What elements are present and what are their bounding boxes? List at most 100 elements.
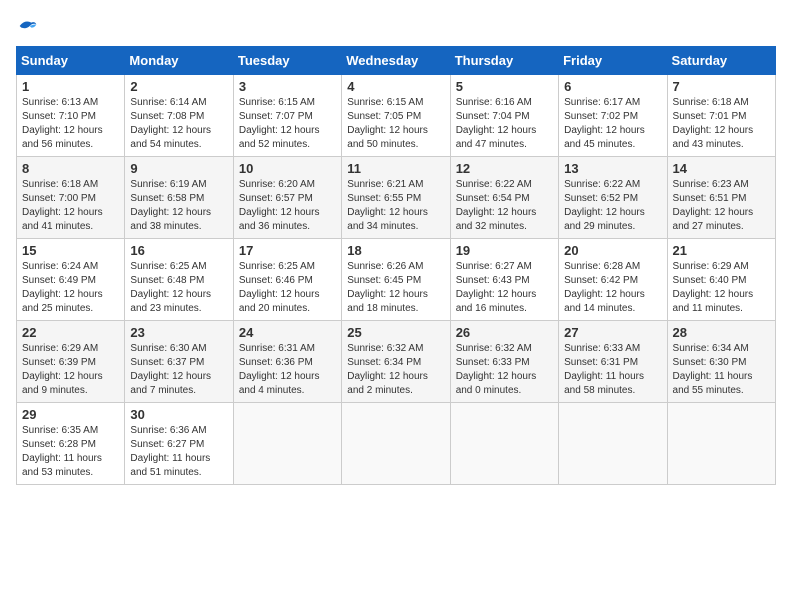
day-number: 28: [673, 325, 770, 340]
calendar-cell: 14Sunrise: 6:23 AM Sunset: 6:51 PM Dayli…: [667, 157, 775, 239]
header: [16, 16, 776, 36]
day-info: Sunrise: 6:20 AM Sunset: 6:57 PM Dayligh…: [239, 178, 336, 234]
calendar-cell: 16 Sunrise: 6:25 AM Sunset: 6:48 PM Dayli…: [125, 239, 233, 321]
day-info: Sunrise: 6:32 AM Sunset: 6:34 PM Dayligh…: [347, 342, 444, 398]
day-info: Sunrise: 6:14 AM Sunset: 7:08 PM Dayligh…: [130, 96, 227, 152]
day-number: 20: [564, 243, 661, 258]
day-number: 2: [130, 79, 227, 94]
day-number: 6: [564, 79, 661, 94]
calendar-cell: [450, 403, 558, 485]
col-header-friday: Friday: [559, 47, 667, 75]
day-number: 16: [130, 243, 227, 258]
day-info: Sunrise: 6:27 AM Sunset: 6:43 PM Dayligh…: [456, 260, 553, 316]
day-info: Sunrise: 6:24 AM Sunset: 6:49 PM Dayligh…: [22, 260, 119, 316]
calendar-cell: 24 Sunrise: 6:31 AM Sunset: 6:36 PM Dayli…: [233, 321, 341, 403]
calendar-cell: 22 Sunrise: 6:29 AM Sunset: 6:39 PM Dayli…: [17, 321, 125, 403]
calendar-cell: [233, 403, 341, 485]
calendar-cell: 2 Sunrise: 6:14 AM Sunset: 7:08 PM Daylig…: [125, 75, 233, 157]
day-number: 17: [239, 243, 336, 258]
calendar-cell: 10 Sunrise: 6:20 AM Sunset: 6:57 PM Dayli…: [233, 157, 341, 239]
day-number: 3: [239, 79, 336, 94]
calendar-cell: [667, 403, 775, 485]
day-info: Sunrise: 6:22 AM Sunset: 6:54 PM Dayligh…: [456, 178, 553, 234]
day-info: Sunrise: 6:30 AM Sunset: 6:37 PM Dayligh…: [130, 342, 227, 398]
calendar-week-row: 15 Sunrise: 6:24 AM Sunset: 6:49 PM Dayli…: [17, 239, 776, 321]
logo: [16, 16, 38, 36]
day-info: Sunrise: 6:26 AM Sunset: 6:45 PM Dayligh…: [347, 260, 444, 316]
calendar-week-row: 8 Sunrise: 6:18 AM Sunset: 7:00 PM Daylig…: [17, 157, 776, 239]
day-number: 9: [130, 161, 227, 176]
day-info: Sunrise: 6:29 AM Sunset: 6:39 PM Dayligh…: [22, 342, 119, 398]
calendar-cell: 8 Sunrise: 6:18 AM Sunset: 7:00 PM Daylig…: [17, 157, 125, 239]
calendar-cell: 21 Sunrise: 6:29 AM Sunset: 6:40 PM Dayli…: [667, 239, 775, 321]
day-number: 29: [22, 407, 119, 422]
day-info: Sunrise: 6:18 AM Sunset: 7:00 PM Dayligh…: [22, 178, 119, 234]
day-info: Sunrise: 6:21 AM Sunset: 6:55 PM Dayligh…: [347, 178, 444, 234]
day-info: Sunrise: 6:22 AM Sunset: 6:52 PM Dayligh…: [564, 178, 661, 234]
col-header-tuesday: Tuesday: [233, 47, 341, 75]
day-number: 7: [673, 79, 770, 94]
day-info: Sunrise: 6:32 AM Sunset: 6:33 PM Dayligh…: [456, 342, 553, 398]
calendar-cell: 19 Sunrise: 6:27 AM Sunset: 6:43 PM Dayli…: [450, 239, 558, 321]
col-header-wednesday: Wednesday: [342, 47, 450, 75]
day-info: Sunrise: 6:25 AM Sunset: 6:48 PM Dayligh…: [130, 260, 227, 316]
day-info: Sunrise: 6:18 AM Sunset: 7:01 PM Dayligh…: [673, 96, 770, 152]
calendar-cell: 15 Sunrise: 6:24 AM Sunset: 6:49 PM Dayli…: [17, 239, 125, 321]
calendar-cell: 1 Sunrise: 6:13 AM Sunset: 7:10 PM Daylig…: [17, 75, 125, 157]
day-number: 10: [239, 161, 336, 176]
calendar-cell: 3Sunrise: 6:15 AM Sunset: 7:07 PM Daylig…: [233, 75, 341, 157]
day-number: 22: [22, 325, 119, 340]
col-header-monday: Monday: [125, 47, 233, 75]
calendar-cell: 28 Sunrise: 6:34 AM Sunset: 6:30 PM Dayli…: [667, 321, 775, 403]
calendar-cell: 30Sunrise: 6:36 AM Sunset: 6:27 PM Dayli…: [125, 403, 233, 485]
calendar-cell: 20Sunrise: 6:28 AM Sunset: 6:42 PM Dayli…: [559, 239, 667, 321]
day-number: 4: [347, 79, 444, 94]
day-info: Sunrise: 6:13 AM Sunset: 7:10 PM Dayligh…: [22, 96, 119, 152]
calendar-week-row: 1 Sunrise: 6:13 AM Sunset: 7:10 PM Daylig…: [17, 75, 776, 157]
calendar-cell: 11 Sunrise: 6:21 AM Sunset: 6:55 PM Dayli…: [342, 157, 450, 239]
day-number: 15: [22, 243, 119, 258]
calendar-cell: 26Sunrise: 6:32 AM Sunset: 6:33 PM Dayli…: [450, 321, 558, 403]
calendar-cell: 23Sunrise: 6:30 AM Sunset: 6:37 PM Dayli…: [125, 321, 233, 403]
day-number: 1: [22, 79, 119, 94]
logo-bird-icon: [18, 16, 38, 36]
calendar-cell: 6 Sunrise: 6:17 AM Sunset: 7:02 PM Daylig…: [559, 75, 667, 157]
day-number: 18: [347, 243, 444, 258]
day-number: 24: [239, 325, 336, 340]
calendar-cell: 18 Sunrise: 6:26 AM Sunset: 6:45 PM Dayli…: [342, 239, 450, 321]
day-number: 25: [347, 325, 444, 340]
calendar-cell: 12Sunrise: 6:22 AM Sunset: 6:54 PM Dayli…: [450, 157, 558, 239]
calendar-table: SundayMondayTuesdayWednesdayThursdayFrid…: [16, 46, 776, 485]
calendar-week-row: 22 Sunrise: 6:29 AM Sunset: 6:39 PM Dayli…: [17, 321, 776, 403]
day-info: Sunrise: 6:17 AM Sunset: 7:02 PM Dayligh…: [564, 96, 661, 152]
day-info: Sunrise: 6:31 AM Sunset: 6:36 PM Dayligh…: [239, 342, 336, 398]
day-number: 27: [564, 325, 661, 340]
calendar-cell: 7 Sunrise: 6:18 AM Sunset: 7:01 PM Daylig…: [667, 75, 775, 157]
calendar-cell: 17 Sunrise: 6:25 AM Sunset: 6:46 PM Dayli…: [233, 239, 341, 321]
calendar-cell: 4Sunrise: 6:15 AM Sunset: 7:05 PM Daylig…: [342, 75, 450, 157]
calendar-week-row: 29 Sunrise: 6:35 AM Sunset: 6:28 PM Dayli…: [17, 403, 776, 485]
day-number: 13: [564, 161, 661, 176]
day-info: Sunrise: 6:16 AM Sunset: 7:04 PM Dayligh…: [456, 96, 553, 152]
calendar-cell: 25 Sunrise: 6:32 AM Sunset: 6:34 PM Dayli…: [342, 321, 450, 403]
day-info: Sunrise: 6:25 AM Sunset: 6:46 PM Dayligh…: [239, 260, 336, 316]
day-info: Sunrise: 6:19 AM Sunset: 6:58 PM Dayligh…: [130, 178, 227, 234]
day-info: Sunrise: 6:33 AM Sunset: 6:31 PM Dayligh…: [564, 342, 661, 398]
calendar-cell: 9 Sunrise: 6:19 AM Sunset: 6:58 PM Daylig…: [125, 157, 233, 239]
col-header-sunday: Sunday: [17, 47, 125, 75]
day-number: 8: [22, 161, 119, 176]
col-header-saturday: Saturday: [667, 47, 775, 75]
calendar-cell: 29 Sunrise: 6:35 AM Sunset: 6:28 PM Dayli…: [17, 403, 125, 485]
day-info: Sunrise: 6:35 AM Sunset: 6:28 PM Dayligh…: [22, 424, 119, 480]
calendar-header-row: SundayMondayTuesdayWednesdayThursdayFrid…: [17, 47, 776, 75]
day-info: Sunrise: 6:34 AM Sunset: 6:30 PM Dayligh…: [673, 342, 770, 398]
calendar-cell: 27 Sunrise: 6:33 AM Sunset: 6:31 PM Dayli…: [559, 321, 667, 403]
day-number: 21: [673, 243, 770, 258]
calendar-cell: 13 Sunrise: 6:22 AM Sunset: 6:52 PM Dayli…: [559, 157, 667, 239]
day-number: 11: [347, 161, 444, 176]
day-info: Sunrise: 6:29 AM Sunset: 6:40 PM Dayligh…: [673, 260, 770, 316]
col-header-thursday: Thursday: [450, 47, 558, 75]
calendar-cell: [342, 403, 450, 485]
day-number: 19: [456, 243, 553, 258]
day-number: 30: [130, 407, 227, 422]
